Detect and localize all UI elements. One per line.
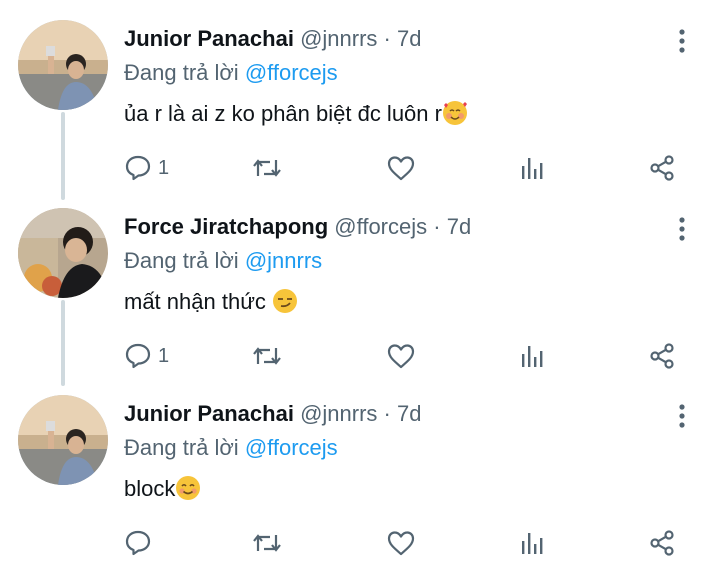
user-handle[interactable]: @jnnrrs (300, 401, 377, 426)
share-icon[interactable] (648, 529, 676, 557)
retweet-icon[interactable] (252, 342, 282, 370)
tweet-actions (124, 528, 694, 558)
tweet-text: block (124, 475, 201, 502)
replying-to: Đang trả lời @fforcejs (124, 60, 338, 86)
reply-button[interactable]: 1 (124, 153, 169, 183)
tweet-header: Force Jiratchapong @fforcejs · 7d (124, 214, 471, 240)
tweet-actions: 1 (124, 153, 694, 183)
separator-dot: · (383, 401, 391, 426)
analytics-button[interactable] (520, 528, 546, 558)
retweet-button[interactable] (252, 528, 282, 558)
avatar[interactable] (18, 395, 108, 485)
like-button[interactable] (386, 153, 416, 183)
timestamp[interactable]: 7d (397, 26, 421, 51)
more-options-icon[interactable] (672, 28, 692, 54)
tweet[interactable]: Force Jiratchapong @fforcejs · 7d Đang t… (0, 208, 720, 393)
share-button[interactable] (648, 341, 676, 371)
retweet-icon[interactable] (252, 529, 282, 557)
share-button[interactable] (648, 528, 676, 558)
analytics-button[interactable] (520, 153, 546, 183)
replying-to-label: Đang trả lời (124, 60, 239, 85)
tweet-text: ủa r là ai z ko phân biệt đc luôn r (124, 100, 468, 127)
separator-dot: · (433, 214, 441, 239)
tweet-header: Junior Panachai @jnnrrs · 7d (124, 26, 421, 52)
like-icon[interactable] (386, 154, 416, 182)
like-icon[interactable] (386, 342, 416, 370)
reply-count: 1 (158, 156, 170, 179)
display-name[interactable]: Force Jiratchapong (124, 214, 328, 239)
tweet[interactable]: Junior Panachai @jnnrrs · 7d Đang trả lờ… (0, 395, 720, 580)
replying-to-handle[interactable]: @fforcejs (245, 435, 338, 460)
analytics-icon[interactable] (520, 154, 546, 182)
replying-to-handle[interactable]: @fforcejs (245, 60, 338, 85)
more-options-icon[interactable] (672, 403, 692, 429)
replying-to-handle[interactable]: @jnnrrs (245, 248, 322, 273)
like-icon[interactable] (386, 529, 416, 557)
display-name[interactable]: Junior Panachai (124, 401, 294, 426)
like-button[interactable] (386, 528, 416, 558)
tweet-text: mất nhận thức (124, 288, 298, 315)
tweet[interactable]: Junior Panachai @jnnrrs · 7d Đang trả lờ… (0, 20, 720, 205)
replying-to-label: Đang trả lời (124, 435, 239, 460)
analytics-icon[interactable] (520, 529, 546, 557)
more-options-icon[interactable] (672, 216, 692, 242)
analytics-button[interactable] (520, 341, 546, 371)
retweet-icon[interactable] (252, 154, 282, 182)
separator-dot: · (383, 26, 391, 51)
reply-count: 1 (158, 344, 170, 367)
share-button[interactable] (648, 153, 676, 183)
retweet-button[interactable] (252, 341, 282, 371)
reply-button[interactable]: 1 (124, 341, 169, 371)
user-handle[interactable]: @jnnrrs (300, 26, 377, 51)
like-button[interactable] (386, 341, 416, 371)
tweet-actions: 1 (124, 341, 694, 371)
smiling-face-icon (175, 475, 201, 501)
replying-to-label: Đang trả lời (124, 248, 239, 273)
timestamp[interactable]: 7d (397, 401, 421, 426)
reply-button[interactable] (124, 528, 158, 558)
reply-icon[interactable] (124, 529, 152, 557)
share-icon[interactable] (648, 154, 676, 182)
analytics-icon[interactable] (520, 342, 546, 370)
reply-icon[interactable] (124, 342, 152, 370)
replying-to: Đang trả lời @jnnrrs (124, 248, 322, 274)
replying-to: Đang trả lời @fforcejs (124, 435, 338, 461)
tweet-text-content: block (124, 476, 176, 501)
tweet-text-content: mất nhận thức (124, 289, 273, 314)
reply-icon[interactable] (124, 154, 152, 182)
tweet-text-content: ủa r là ai z ko phân biệt đc luôn r (124, 101, 442, 126)
smiling-face-with-hearts-icon (442, 100, 468, 126)
smirking-face-icon (272, 288, 298, 314)
display-name[interactable]: Junior Panachai (124, 26, 294, 51)
timestamp[interactable]: 7d (447, 214, 471, 239)
user-handle[interactable]: @fforcejs (334, 214, 427, 239)
avatar[interactable] (18, 208, 108, 298)
avatar[interactable] (18, 20, 108, 110)
tweet-header: Junior Panachai @jnnrrs · 7d (124, 401, 421, 427)
retweet-button[interactable] (252, 153, 282, 183)
share-icon[interactable] (648, 342, 676, 370)
